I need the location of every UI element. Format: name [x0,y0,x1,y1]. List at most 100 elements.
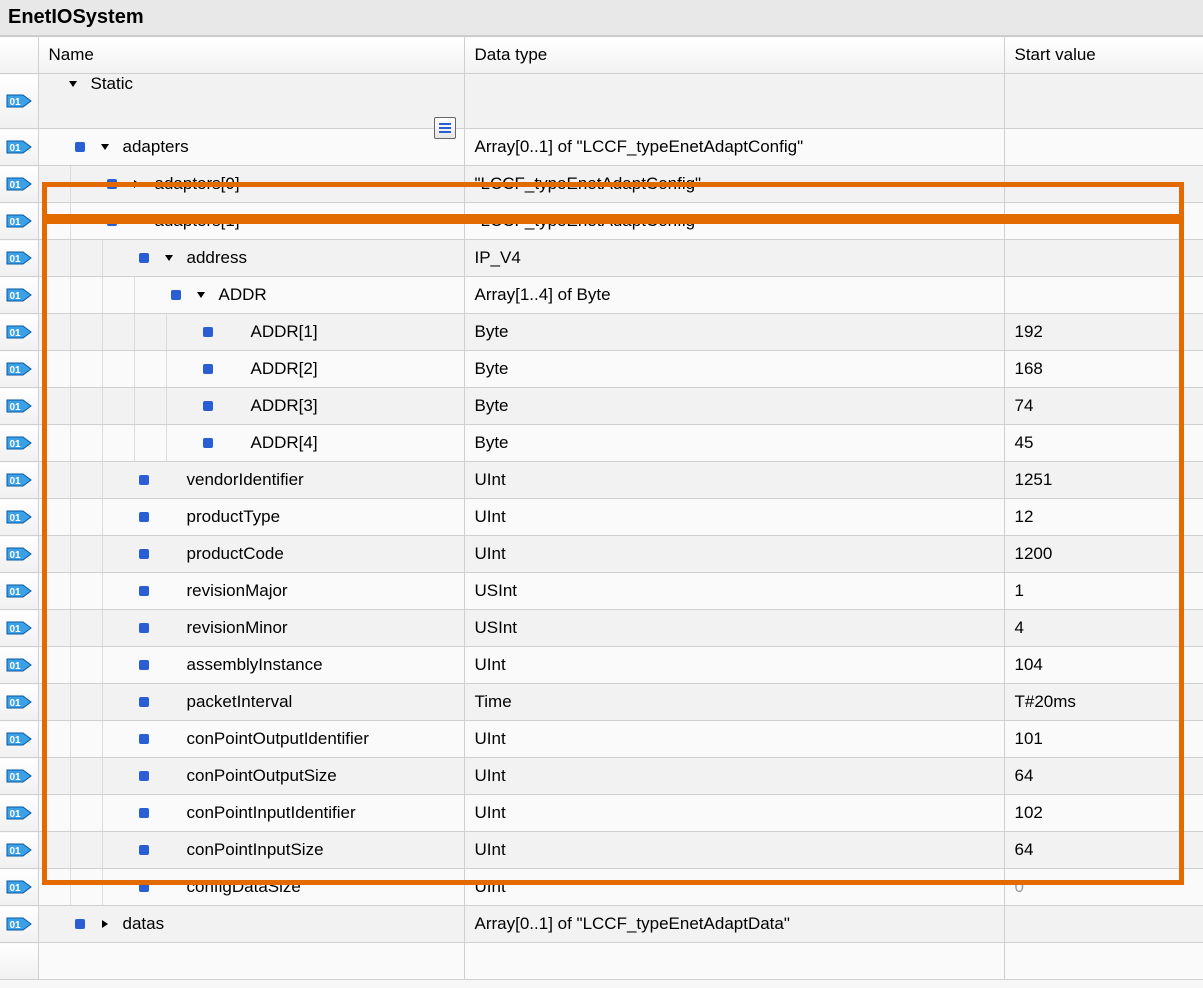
type-cell[interactable]: "LCCF_typeEnetAdaptConfig" [464,203,1004,240]
type-cell[interactable]: USInt [464,610,1004,647]
name-cell[interactable]: conPointOutputSize [38,758,464,795]
type-cell[interactable]: UInt [464,721,1004,758]
table-row[interactable]: 01productCodeUInt1200 [0,536,1203,573]
name-cell[interactable]: vendorIdentifier [38,462,464,499]
start-value-cell[interactable]: 12 [1004,499,1203,536]
start-value-cell[interactable]: 64 [1004,832,1203,869]
start-value-cell[interactable]: 102 [1004,795,1203,832]
start-value-cell[interactable]: 101 [1004,721,1203,758]
start-value-cell[interactable] [1004,129,1203,166]
table-row[interactable]: 01revisionMinorUSInt4 [0,610,1203,647]
type-cell[interactable]: UInt [464,832,1004,869]
type-cell[interactable] [464,943,1004,980]
collapse-icon[interactable] [125,203,149,239]
type-cell[interactable]: IP_V4 [464,240,1004,277]
name-cell[interactable]: revisionMajor [38,573,464,610]
start-value-cell[interactable]: 74 [1004,388,1203,425]
start-value-cell[interactable] [1004,906,1203,943]
table-row[interactable]: 01ADDRArray[1..4] of Byte [0,277,1203,314]
type-cell[interactable]: UInt [464,462,1004,499]
start-value-cell[interactable]: T#20ms [1004,684,1203,721]
table-row[interactable]: 01revisionMajorUSInt1 [0,573,1203,610]
type-cell[interactable]: Byte [464,351,1004,388]
collapse-icon[interactable] [157,240,181,276]
start-value-cell[interactable]: 192 [1004,314,1203,351]
table-row[interactable]: 01datasArray[0..1] of "LCCF_typeEnetAdap… [0,906,1203,943]
table-row[interactable]: 01conPointOutputSizeUInt64 [0,758,1203,795]
type-cell[interactable]: Byte [464,388,1004,425]
table-row[interactable]: 01conPointOutputIdentifierUInt101 [0,721,1203,758]
type-cell[interactable]: Time [464,684,1004,721]
name-cell[interactable]: address [38,240,464,277]
type-cell[interactable]: UInt [464,536,1004,573]
start-value-cell[interactable] [1004,203,1203,240]
collapse-icon[interactable] [189,277,213,313]
name-cell[interactable]: ADDR [38,277,464,314]
name-cell[interactable]: ADDR[2] [38,351,464,388]
type-cell[interactable] [464,74,1004,129]
table-row[interactable]: 01productTypeUInt12 [0,499,1203,536]
name-cell[interactable]: datas [38,906,464,943]
name-cell[interactable]: productCode [38,536,464,573]
header-start[interactable]: Start value [1004,37,1203,74]
start-value-cell[interactable] [1004,240,1203,277]
collapse-icon[interactable] [61,57,85,111]
table-row[interactable]: 01conPointInputIdentifierUInt102 [0,795,1203,832]
type-cell[interactable]: "LCCF_typeEnetAdaptConfig" [464,166,1004,203]
name-cell[interactable]: adapters[0] [38,166,464,203]
type-cell[interactable]: Array[0..1] of "LCCF_typeEnetAdaptConfig… [464,129,1004,166]
table-row[interactable]: 01adaptersArray[0..1] of "LCCF_typeEnetA… [0,129,1203,166]
table-row[interactable]: 01adapters[0]"LCCF_typeEnetAdaptConfig" [0,166,1203,203]
table-row[interactable] [0,943,1203,980]
type-cell[interactable]: Array[0..1] of "LCCF_typeEnetAdaptData" [464,906,1004,943]
name-cell[interactable]: conPointOutputIdentifier [38,721,464,758]
name-cell[interactable]: adapters[1] [38,203,464,240]
name-cell[interactable]: ADDR[3] [38,388,464,425]
start-value-cell[interactable] [1004,74,1203,129]
type-cell[interactable]: UInt [464,499,1004,536]
table-row[interactable]: 01Static [0,74,1203,129]
start-value-cell[interactable]: 0 [1004,869,1203,906]
type-cell[interactable]: UInt [464,758,1004,795]
name-cell[interactable]: conPointInputSize [38,832,464,869]
table-row[interactable]: 01ADDR[2]Byte168 [0,351,1203,388]
type-cell[interactable]: Byte [464,425,1004,462]
table-row[interactable]: 01adapters[1]"LCCF_typeEnetAdaptConfig" [0,203,1203,240]
start-value-cell[interactable] [1004,166,1203,203]
table-row[interactable]: 01packetIntervalTimeT#20ms [0,684,1203,721]
expand-icon[interactable] [125,166,149,202]
type-cell[interactable]: UInt [464,795,1004,832]
table-row[interactable]: 01addressIP_V4 [0,240,1203,277]
name-cell[interactable]: conPointInputIdentifier [38,795,464,832]
start-value-cell[interactable]: 1 [1004,573,1203,610]
start-value-cell[interactable] [1004,277,1203,314]
type-cell[interactable]: Array[1..4] of Byte [464,277,1004,314]
table-row[interactable]: 01conPointInputSizeUInt64 [0,832,1203,869]
header-type[interactable]: Data type [464,37,1004,74]
name-cell[interactable]: revisionMinor [38,610,464,647]
name-cell[interactable] [38,943,464,980]
name-cell[interactable]: assemblyInstance [38,647,464,684]
start-value-cell[interactable]: 1251 [1004,462,1203,499]
start-value-cell[interactable]: 4 [1004,610,1203,647]
table-row[interactable]: 01vendorIdentifierUInt1251 [0,462,1203,499]
name-cell[interactable]: ADDR[4] [38,425,464,462]
name-cell[interactable]: ADDR[1] [38,314,464,351]
table-row[interactable]: 01ADDR[4]Byte45 [0,425,1203,462]
name-cell[interactable]: Static [38,74,464,129]
start-value-cell[interactable]: 168 [1004,351,1203,388]
collapse-icon[interactable] [93,129,117,165]
start-value-cell[interactable]: 104 [1004,647,1203,684]
expand-icon[interactable] [93,906,117,942]
name-cell[interactable]: configDataSize [38,869,464,906]
type-cell[interactable]: UInt [464,647,1004,684]
table-row[interactable]: 01configDataSizeUInt0 [0,869,1203,906]
type-cell[interactable]: USInt [464,573,1004,610]
table-row[interactable]: 01assemblyInstanceUInt104 [0,647,1203,684]
start-value-cell[interactable]: 1200 [1004,536,1203,573]
table-row[interactable]: 01ADDR[1]Byte192 [0,314,1203,351]
start-value-cell[interactable] [1004,943,1203,980]
name-cell[interactable]: adapters [38,129,464,166]
table-row[interactable]: 01ADDR[3]Byte74 [0,388,1203,425]
type-cell[interactable]: Byte [464,314,1004,351]
